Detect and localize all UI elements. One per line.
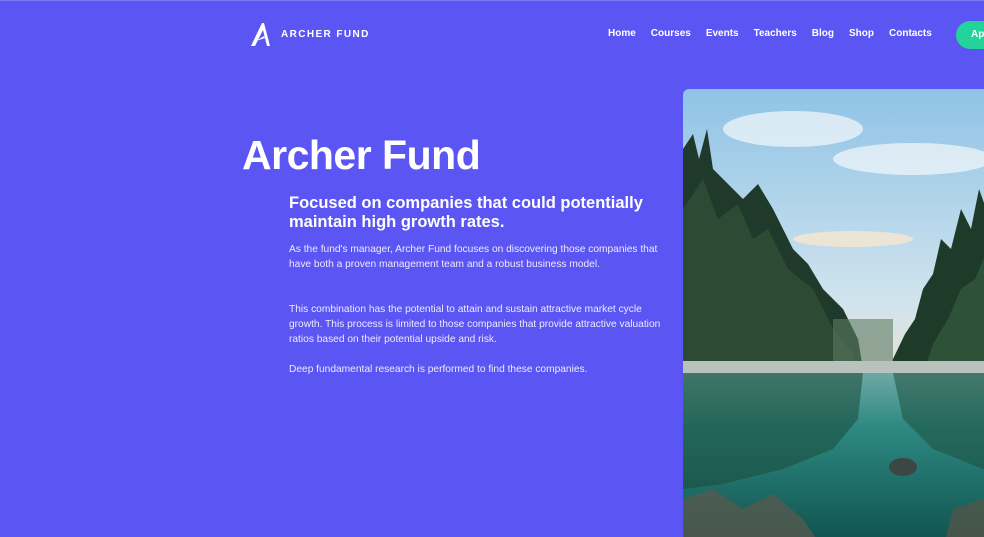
logo[interactable]: ARCHER FUND — [250, 21, 370, 47]
logo-text: ARCHER FUND — [281, 28, 370, 40]
main-nav: Home Courses Events Teachers Blog Shop C… — [608, 28, 932, 39]
nav-blog[interactable]: Blog — [812, 28, 834, 39]
nav-home[interactable]: Home — [608, 28, 636, 39]
archer-logo-icon — [250, 21, 271, 47]
nav-events[interactable]: Events — [706, 28, 739, 39]
nav-shop[interactable]: Shop — [849, 28, 874, 39]
nav-contacts[interactable]: Contacts — [889, 28, 932, 39]
nav-teachers[interactable]: Teachers — [754, 28, 797, 39]
nav-courses[interactable]: Courses — [651, 28, 691, 39]
page: ARCHER FUND Home Courses Events Teachers… — [0, 0, 984, 537]
hero-paragraph: This combination has the potential to at… — [289, 304, 661, 345]
page-title: Archer Fund — [242, 132, 481, 178]
apply-button[interactable]: Ap — [956, 21, 984, 49]
hero-image — [683, 89, 984, 537]
hero-paragraph: Deep fundamental research is performed t… — [289, 364, 588, 375]
hero-paragraph: As the fund's manager, Archer Fund focus… — [289, 244, 658, 270]
hero-subtitle: Focused on companies that could potentia… — [289, 194, 643, 231]
